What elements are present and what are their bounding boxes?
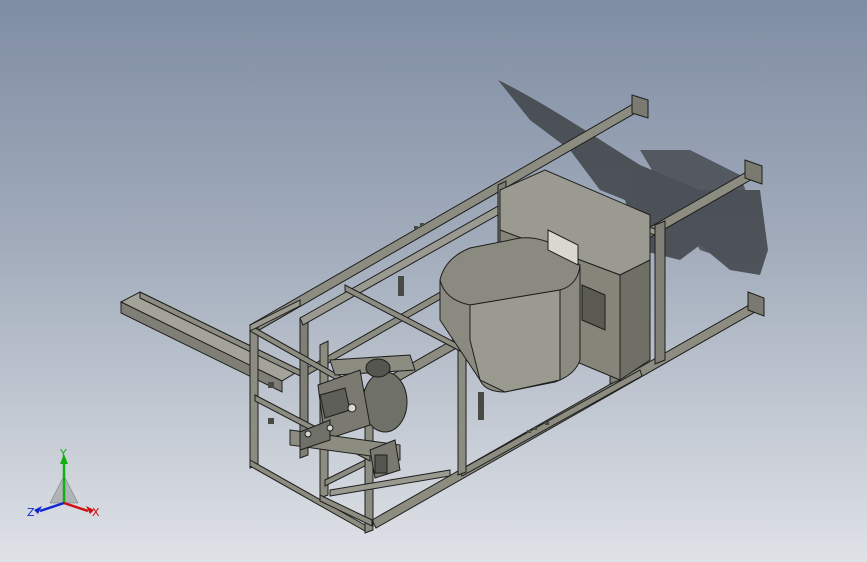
y-axis-label: Y xyxy=(59,448,67,460)
axis-triad: Y X Z xyxy=(27,448,100,519)
cad-model-view[interactable] xyxy=(0,0,867,562)
x-axis-line xyxy=(63,501,89,513)
z-axis-line xyxy=(39,501,65,513)
graphics-viewport[interactable]: Y X Z xyxy=(0,0,867,562)
x-axis-label: X xyxy=(92,506,100,519)
z-axis-label: Z xyxy=(27,506,35,519)
